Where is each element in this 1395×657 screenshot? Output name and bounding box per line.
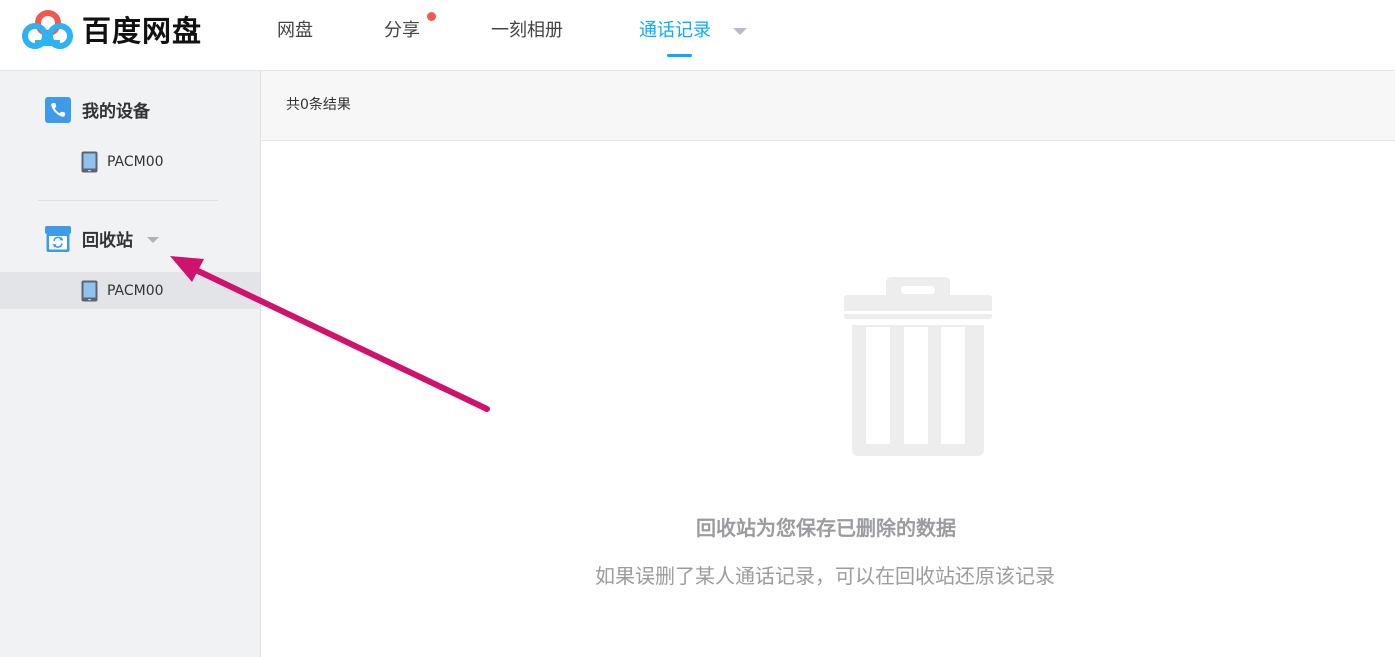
recycle-device-item-pacm00[interactable]: PACM00 [0, 272, 260, 309]
device-label: PACM00 [107, 283, 164, 299]
nav-chevron-down-icon[interactable] [733, 28, 747, 35]
top-header: 百度网盘 网盘 分享 一刻相册 通话记录 [0, 0, 1395, 71]
sidebar-divider [38, 200, 218, 201]
recycle-bin-icon [45, 226, 71, 252]
device-item-pacm00[interactable]: PACM00 [0, 143, 260, 180]
empty-state-title: 回收站为您保存已删除的数据 [696, 516, 956, 540]
mobile-device-icon [81, 280, 98, 302]
mobile-device-icon [81, 151, 98, 173]
nav-tab-call-log[interactable]: 通话记录 [639, 18, 711, 44]
share-notification-dot [427, 12, 436, 21]
nav-tab-netdisk[interactable]: 网盘 [277, 18, 313, 44]
recycle-bin-title[interactable]: 回收站 [82, 229, 133, 253]
device-label: PACM00 [107, 154, 164, 170]
nav-tab-share[interactable]: 分享 [384, 18, 420, 44]
recycle-chevron-down-icon[interactable] [147, 237, 159, 243]
result-bar: 共0条结果 [261, 71, 1395, 141]
phone-icon [45, 97, 71, 123]
my-devices-title[interactable]: 我的设备 [82, 100, 150, 124]
result-count: 共0条结果 [286, 97, 351, 113]
trash-can-icon [844, 277, 992, 456]
baidu-cloud-logo-icon[interactable] [22, 10, 74, 52]
empty-state-hint: 如果误删了某人通话记录，可以在回收站还原该记录 [595, 564, 1055, 588]
main-content: 共0条结果 回收站为您保存已删除的数据 如果误删了某人通话记录，可以在回收站还原… [261, 71, 1395, 657]
nav-tab-moment-album[interactable]: 一刻相册 [491, 18, 563, 44]
active-tab-underline [667, 54, 692, 57]
sidebar: 我的设备 PACM00 回收站 PACM00 [0, 71, 261, 657]
brand-name[interactable]: 百度网盘 [82, 12, 202, 50]
